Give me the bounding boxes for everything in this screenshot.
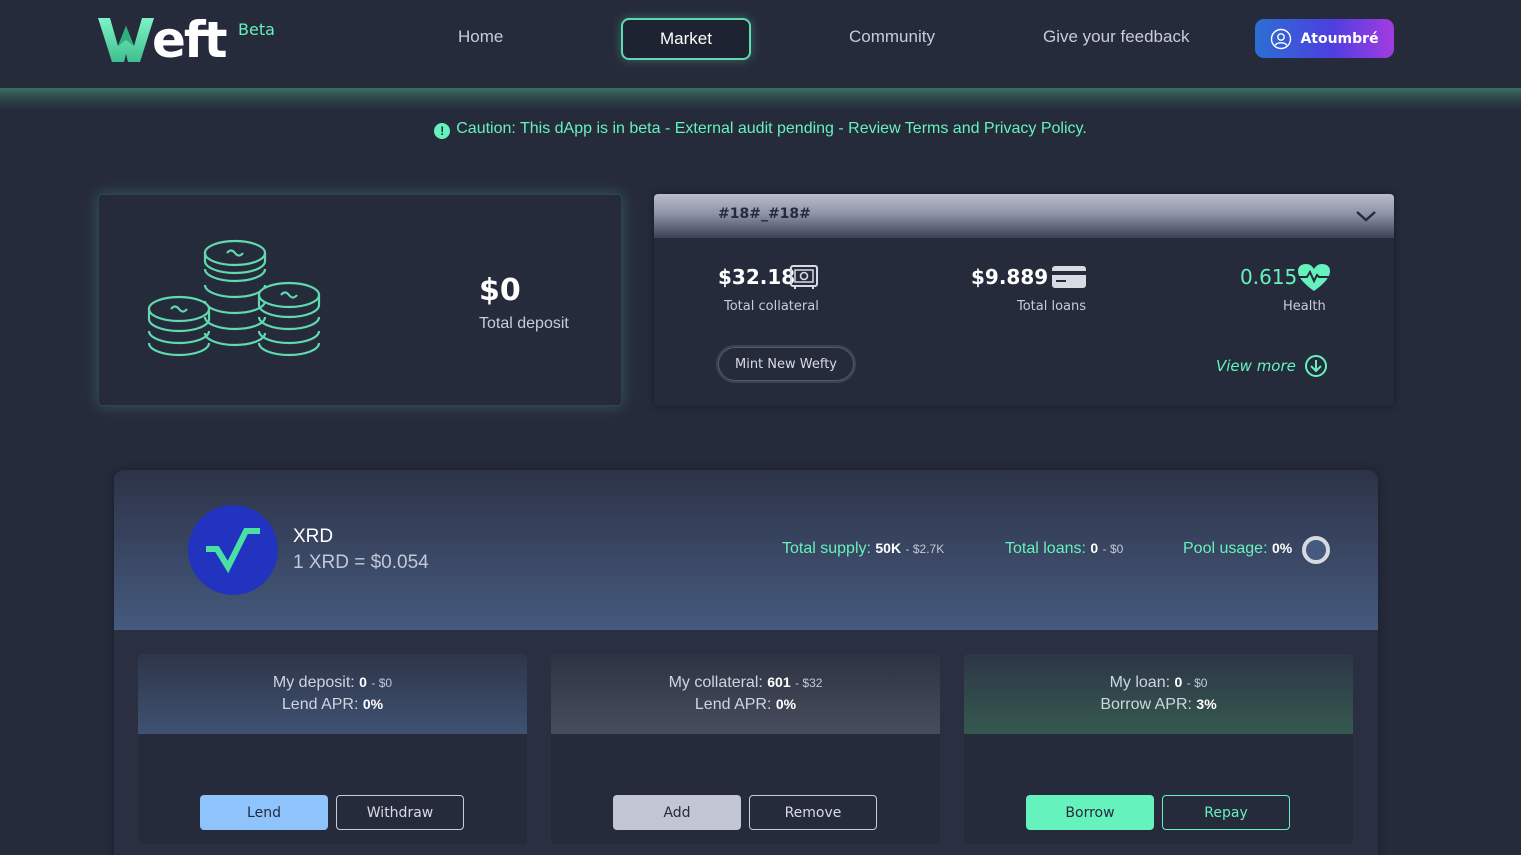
nav-community[interactable]: Community: [849, 27, 935, 47]
caution-text: Caution: This dApp is in beta - External…: [456, 120, 1087, 137]
wefty-card: #18#_#18# $32.18 Total collateral $9.889…: [654, 194, 1394, 406]
nav-market[interactable]: Market: [621, 18, 751, 60]
my-loan-label: My loan:: [1109, 674, 1171, 691]
heartbeat-icon: [1298, 264, 1330, 291]
weft-logo-icon: [98, 18, 154, 62]
lend-apr-label: Lend APR:: [281, 696, 359, 713]
my-loan-value: 0: [1174, 674, 1183, 690]
market-total-loans-usd: - $0: [1102, 542, 1124, 556]
pool-usage-stat: Pool usage: 0%: [1183, 540, 1292, 558]
withdraw-button[interactable]: Withdraw: [336, 795, 464, 830]
token-name: XRD: [293, 526, 334, 547]
my-collateral-value: 601: [767, 674, 791, 690]
wefty-id: #18#_#18#: [718, 206, 811, 222]
coins-icon: [147, 239, 321, 357]
alert-icon: !: [434, 123, 451, 139]
lend-button[interactable]: Lend: [200, 795, 328, 830]
weft-logo[interactable]: eft Beta: [98, 11, 275, 69]
user-icon: [1271, 28, 1292, 49]
collateral-lend-apr-label: Lend APR:: [694, 696, 772, 713]
my-deposit-value: 0: [359, 674, 367, 690]
my-loan-usd: - $0: [1186, 676, 1208, 690]
logo-text: eft: [152, 11, 228, 69]
chevron-down-icon[interactable]: [1354, 208, 1378, 224]
caution-banner: ! Caution: This dApp is in beta - Externa…: [0, 120, 1521, 139]
my-deposit-header: My deposit: 0 - $0 Lend APR: 0%: [138, 654, 527, 734]
nav-feedback[interactable]: Give your feedback: [1043, 27, 1189, 47]
total-deposit-card: $0 Total deposit: [98, 194, 622, 406]
total-supply-stat: Total supply: 50K - $2.7K: [782, 540, 944, 558]
token-price: 1 XRD = $0.054: [293, 552, 429, 573]
safe-icon: [790, 265, 818, 289]
credit-card-icon: [1052, 266, 1086, 288]
total-loans-stat: Total loans: 0 - $0: [1005, 540, 1123, 558]
market-header: XRD 1 XRD = $0.054 Total supply: 50K - $…: [114, 470, 1378, 630]
total-supply-label: Total supply:: [782, 540, 871, 557]
total-deposit-value: $0: [479, 273, 521, 308]
my-loan-header: My loan: 0 - $0 Borrow APR: 3%: [964, 654, 1353, 734]
health-value: 0.615: [1240, 265, 1298, 289]
xrd-token-logo: [188, 505, 278, 595]
collateral-lend-apr-value: 0%: [775, 696, 797, 712]
xrd-market-card: XRD 1 XRD = $0.054 Total supply: 50K - $…: [114, 470, 1378, 855]
borrow-apr-label: Borrow APR:: [1100, 696, 1192, 713]
arrow-down-circle-icon: [1304, 355, 1327, 377]
my-collateral-usd: - $32: [795, 676, 823, 690]
total-deposit-label: Total deposit: [479, 315, 569, 332]
beta-badge: Beta: [238, 20, 275, 39]
total-collateral-label: Total collateral: [724, 299, 819, 314]
total-supply-value: 50K: [875, 540, 902, 556]
my-deposit-box: My deposit: 0 - $0 Lend APR: 0% Lend Wit…: [138, 654, 527, 844]
my-deposit-label: My deposit:: [272, 674, 355, 691]
mint-new-wefty-button[interactable]: Mint New Wefty: [716, 345, 856, 383]
pool-usage-ring-icon: [1302, 536, 1330, 564]
add-collateral-button[interactable]: Add: [613, 795, 741, 830]
view-more-label: View more: [1216, 357, 1296, 375]
my-loan-box: My loan: 0 - $0 Borrow APR: 3% Borrow Re…: [964, 654, 1353, 844]
remove-collateral-button[interactable]: Remove: [749, 795, 877, 830]
repay-button[interactable]: Repay: [1162, 795, 1290, 830]
market-total-loans-value: 0: [1090, 540, 1099, 556]
my-deposit-usd: - $0: [371, 676, 393, 690]
header-divider: [0, 88, 1521, 110]
pool-usage-label: Pool usage:: [1183, 540, 1268, 557]
pool-usage-value: 0%: [1271, 540, 1293, 556]
total-loans-label: Total loans: [1017, 299, 1087, 314]
borrow-button[interactable]: Borrow: [1026, 795, 1154, 830]
top-bar: eft Beta Home Market Community Give your…: [0, 0, 1521, 90]
user-name: Atoumbré: [1300, 30, 1379, 47]
nav-home[interactable]: Home: [458, 27, 503, 47]
borrow-apr-value: 3%: [1196, 696, 1217, 712]
user-account-button[interactable]: Atoumbré: [1255, 19, 1394, 58]
market-total-loans-label: Total loans:: [1005, 540, 1086, 557]
radix-icon: [206, 528, 260, 573]
wefty-selector[interactable]: #18#_#18#: [654, 194, 1394, 238]
health-label: Health: [1283, 299, 1326, 314]
my-collateral-label: My collateral:: [668, 674, 763, 691]
my-collateral-box: My collateral: 601 - $32 Lend APR: 0% Ad…: [551, 654, 940, 844]
lend-apr-value: 0%: [362, 696, 384, 712]
view-more-link[interactable]: View more: [1216, 354, 1328, 378]
my-collateral-header: My collateral: 601 - $32 Lend APR: 0%: [551, 654, 940, 734]
total-collateral-value: $32.18: [718, 265, 796, 289]
total-supply-usd: - $2.7K: [905, 542, 945, 556]
total-loans-value: $9.889: [971, 265, 1049, 289]
